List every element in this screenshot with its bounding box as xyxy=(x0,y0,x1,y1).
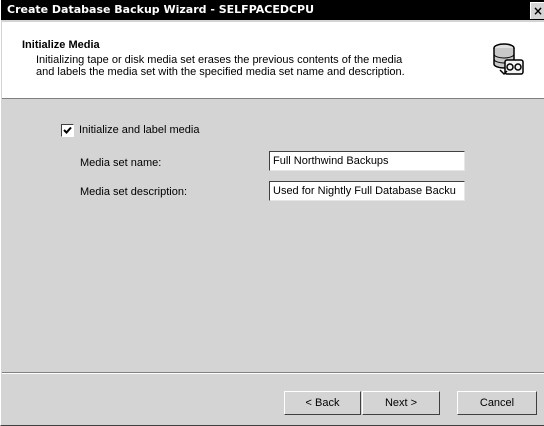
tape-backup-icon xyxy=(488,40,526,78)
checkmark-icon xyxy=(63,126,72,134)
initialize-media-label: Initialize and label media xyxy=(79,124,200,136)
media-set-name-input[interactable]: Full Northwind Backups xyxy=(269,151,465,171)
close-icon: × xyxy=(532,4,544,18)
wizard-header: Initialize Media Initializing tape or di… xyxy=(2,22,544,99)
page-description: Initializing tape or disk media set eras… xyxy=(36,54,405,78)
footer-divider xyxy=(2,372,544,374)
next-button[interactable]: Next > xyxy=(362,391,440,415)
cancel-button[interactable]: Cancel xyxy=(457,391,537,415)
back-button[interactable]: < Back xyxy=(284,391,361,415)
window-title: Create Database Backup Wizard - SELFPACE… xyxy=(7,3,315,16)
media-set-name-label: Media set name: xyxy=(80,157,162,169)
close-button[interactable]: × xyxy=(530,2,544,19)
media-set-description-input[interactable]: Used for Nightly Full Database Backu xyxy=(269,181,465,201)
title-bar[interactable]: Create Database Backup Wizard - SELFPACE… xyxy=(1,0,544,20)
page-title: Initialize Media xyxy=(22,39,100,51)
wizard-window: Create Database Backup Wizard - SELFPACE… xyxy=(0,0,544,426)
initialize-media-checkbox[interactable] xyxy=(61,124,74,137)
media-set-description-label: Media set description: xyxy=(80,186,187,198)
